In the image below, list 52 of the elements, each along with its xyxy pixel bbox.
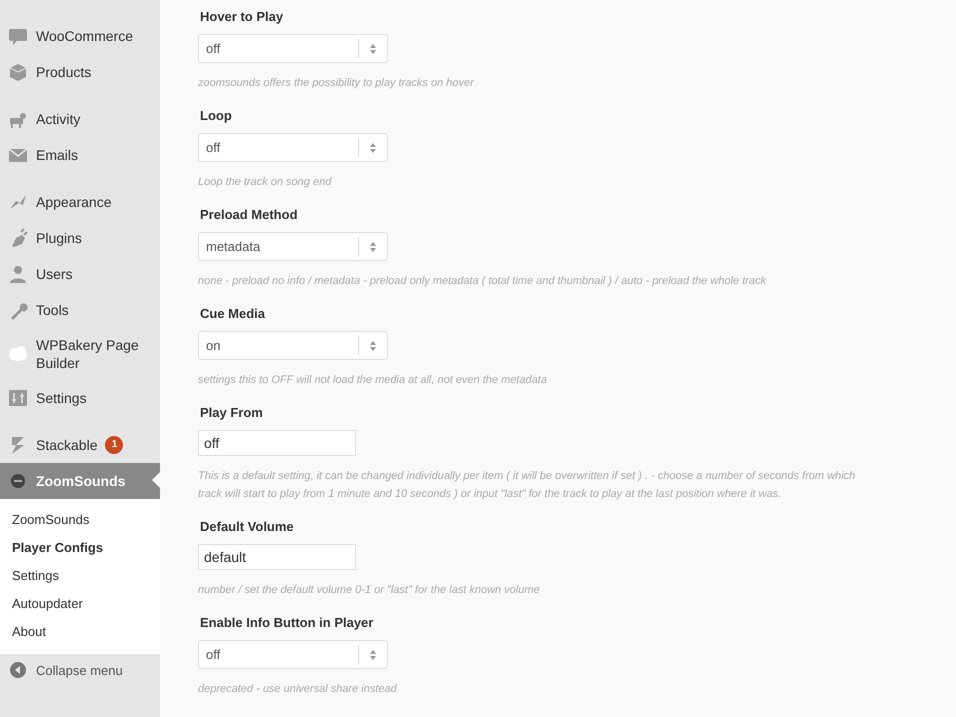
up-down-arrows-icon [370,242,376,252]
field-label: Cue Media [200,306,266,321]
menu-item[interactable]: Stackable 1 [0,427,160,463]
help-text: deprecated - use universal share instead [198,682,398,697]
speech-bubble-icon [8,26,28,46]
menu-item[interactable]: Activity [0,101,160,137]
field-label: Preload Method [200,207,298,222]
menu-item[interactable]: Users [0,256,160,292]
help-text: settings this to OFF will not load the media at all, not even the metadata [198,373,548,388]
help-text: number / set the default volume 0-1 or "last" for the last known volume [198,583,541,598]
menu-item[interactable]: WPBakery Page Builder [0,328,160,380]
menu-item[interactable]: ZoomSounds [0,463,160,499]
select-field[interactable]: off [198,133,388,162]
submenu-item[interactable]: ZoomSounds [0,506,160,534]
up-down-arrows-icon [370,340,376,350]
help-text: none - preload no info / metadata - preload only metadata ( total time and thumbnail ) / auto - preload the whole track [198,274,768,289]
text-field[interactable]: default [198,544,356,570]
menu-item[interactable]: Emails [0,137,160,173]
help-text: zoomsounds offers the possibility to play tracks on hover [198,76,476,91]
box-icon [8,62,28,82]
user-icon [8,264,28,284]
menu-item[interactable]: Tools [0,292,160,328]
select-field[interactable]: metadata [198,232,388,261]
submenu-item[interactable]: Player Configs [0,534,160,562]
select-field[interactable]: on [198,331,388,360]
collapse-menu-button[interactable]: Collapse menu [0,654,160,686]
field-label: Default Volume [200,519,294,534]
menu-item[interactable]: Products [0,54,160,90]
field-label: Loop [200,108,232,123]
disc-icon [8,471,28,491]
sliders-icon [8,388,28,408]
submenu-item[interactable]: Settings [0,562,160,590]
up-down-arrows-icon [370,44,376,54]
text-field[interactable]: off [198,430,356,456]
select-field[interactable]: off [198,34,388,63]
submenu-item[interactable]: Autoupdater [0,590,160,618]
menu-item[interactable]: WooCommerce [0,18,160,54]
cloud-icon [8,344,28,364]
field-label: Hover to Play [200,9,284,24]
menu-item[interactable]: Appearance [0,184,160,220]
field-label: Play From [200,405,263,420]
select-field[interactable]: off [198,640,388,669]
up-down-arrows-icon [370,650,376,660]
field-label: Enable Info Button in Player [200,615,374,630]
collapse-icon [10,662,26,678]
submenu-item[interactable]: About [0,618,160,646]
up-down-arrows-icon [370,142,376,152]
count-badge: 1 [105,436,124,454]
help-text: This is a default setting, it can be changed individually per item ( it will be overwritten if set ) . - choose a number of seconds from which track will start to play from 1 minute and 10 seconds ) or input "last" for the track to play at the last position where it was. [198,469,856,502]
menu-item[interactable]: Settings [0,380,160,416]
menu-item[interactable]: Plugins [0,220,160,256]
help-text: Loop the track on song end [198,175,333,190]
